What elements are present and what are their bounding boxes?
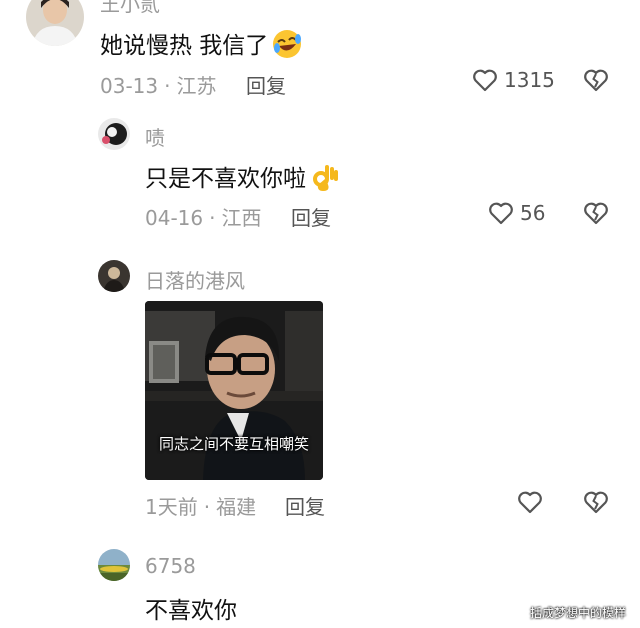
- like-count: 56: [520, 201, 546, 225]
- comment-text: 她说慢热 我信了: [100, 26, 303, 66]
- meme-image[interactable]: 同志之间不要互相嘲笑: [145, 301, 323, 480]
- username[interactable]: 啧: [145, 122, 165, 151]
- separator-dot: ·: [209, 206, 216, 230]
- broken-heart-icon: [583, 68, 609, 92]
- dislike-button[interactable]: [583, 490, 609, 514]
- reply-button[interactable]: 回复: [246, 70, 286, 99]
- like-button[interactable]: 1315: [472, 68, 555, 92]
- comment-date: 1天前: [145, 495, 198, 519]
- like-button[interactable]: [517, 490, 543, 514]
- like-button[interactable]: 56: [488, 201, 545, 225]
- ok-hand-emoji-icon: [309, 161, 341, 199]
- avatar[interactable]: [98, 549, 130, 581]
- comment-meta: 1天前 · 福建: [145, 491, 256, 520]
- comment-meta: 04-16 · 江西: [145, 202, 261, 231]
- comment-text: 只是不喜欢你啦: [145, 159, 341, 199]
- comment-location: 福建: [216, 495, 257, 519]
- dislike-button[interactable]: [583, 68, 609, 92]
- username[interactable]: 王小贰: [100, 0, 160, 17]
- avatar[interactable]: [98, 118, 130, 150]
- username[interactable]: 6758: [145, 554, 196, 578]
- rolling-laugh-emoji-icon: [271, 28, 303, 66]
- separator-dot: ·: [203, 495, 211, 519]
- broken-heart-icon: [583, 490, 609, 514]
- heart-icon: [488, 201, 514, 225]
- broken-heart-icon: [583, 201, 609, 225]
- comment-text: 不喜欢你: [145, 598, 237, 624]
- heart-icon: [517, 490, 543, 514]
- like-count: 1315: [504, 68, 555, 92]
- heart-icon: [472, 68, 498, 92]
- comment-location: 江苏: [176, 74, 217, 98]
- comment-date: 04-16: [145, 206, 204, 230]
- username[interactable]: 日落的港风: [145, 265, 245, 294]
- reply-button[interactable]: 回复: [291, 202, 331, 231]
- comment-text-value: 只是不喜欢你啦: [145, 166, 306, 192]
- meme-caption: 同志之间不要互相嘲笑: [158, 435, 309, 453]
- comment-date: 03-13: [100, 74, 159, 98]
- reply-button[interactable]: 回复: [285, 491, 325, 520]
- watermark: 括成梦想中的模样: [530, 606, 627, 620]
- comment-meta: 03-13 · 江苏: [100, 70, 216, 99]
- avatar[interactable]: [98, 260, 130, 292]
- avatar[interactable]: [26, 0, 84, 46]
- comment-location: 江西: [221, 206, 262, 230]
- dislike-button[interactable]: [583, 201, 609, 225]
- separator-dot: ·: [164, 74, 171, 98]
- comment-text-value: 她说慢热 我信了: [100, 33, 269, 59]
